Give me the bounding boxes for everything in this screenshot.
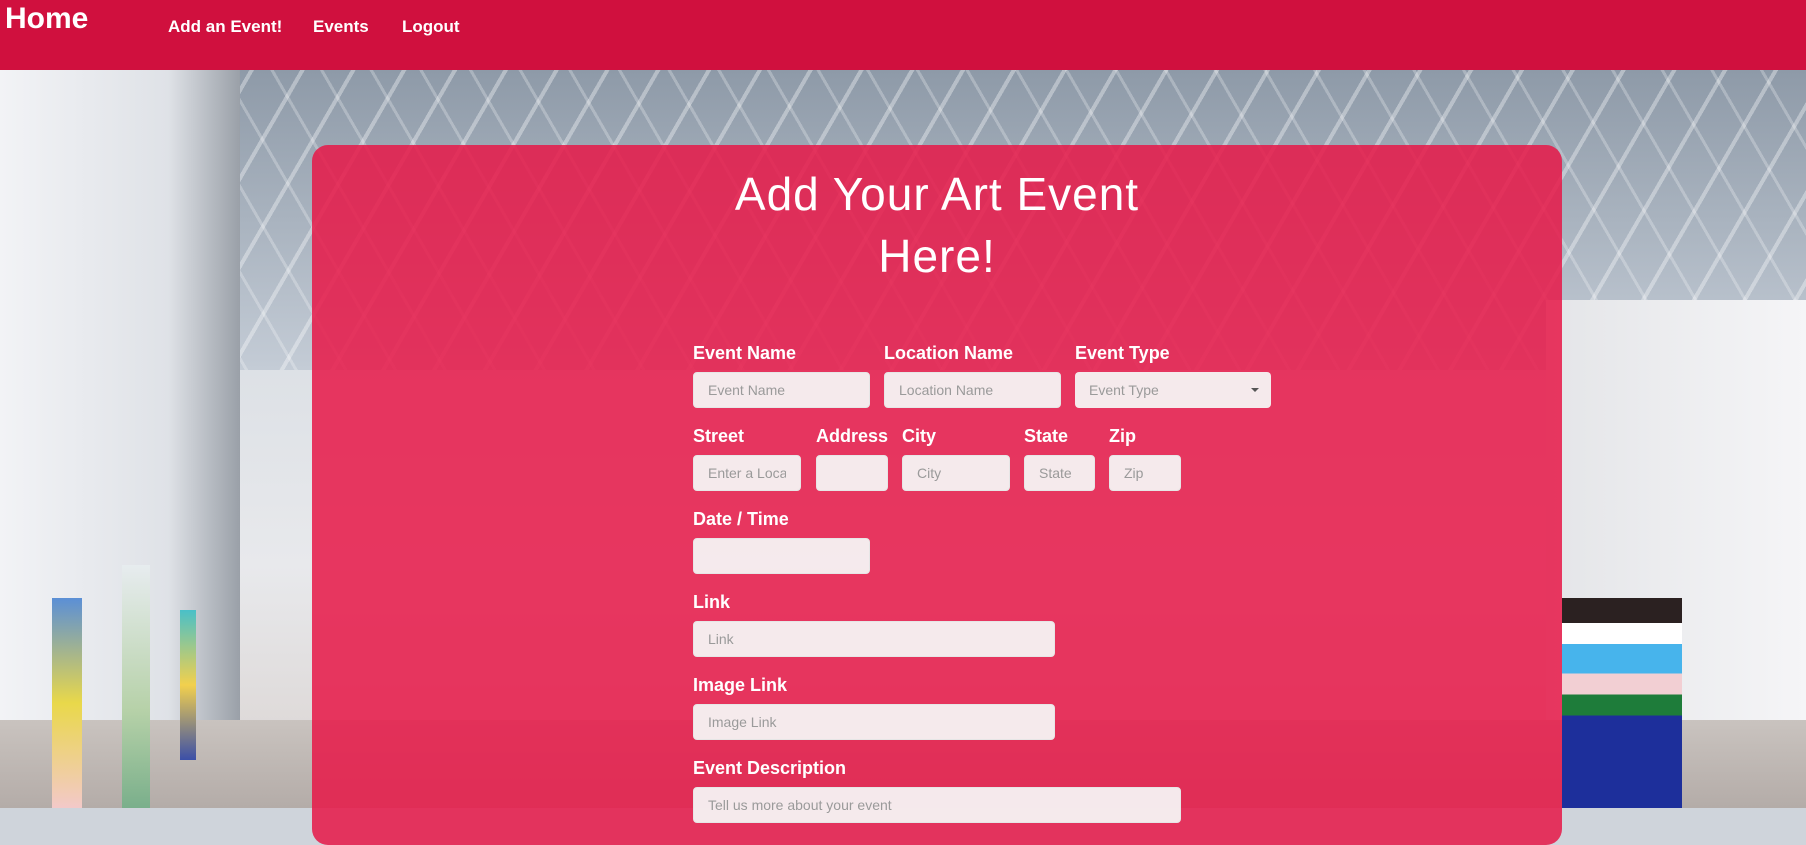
gallery-left-wall [0, 70, 240, 808]
nav-events-link[interactable]: Events [313, 17, 369, 37]
event-description-input[interactable] [693, 787, 1181, 823]
page-title: Add Your Art Event Here! [312, 163, 1562, 287]
datetime-input[interactable] [693, 538, 870, 574]
page-title-line2: Here! [878, 230, 996, 282]
event-type-select[interactable]: Event Type [1075, 372, 1271, 408]
add-event-card: Add Your Art Event Here! Event Name Loca… [312, 145, 1562, 845]
zip-input[interactable] [1109, 455, 1181, 491]
artwork-left-3 [180, 610, 196, 760]
artwork-left-2 [122, 565, 150, 808]
nav-add-event-link[interactable]: Add an Event! [168, 17, 282, 37]
artwork-left-1 [52, 598, 82, 808]
artwork-right-1 [1562, 598, 1682, 808]
event-description-label: Event Description [693, 758, 847, 778]
top-navbar: Home Add an Event! Events Logout [0, 0, 1806, 70]
street-label: Street [693, 426, 745, 446]
page-title-line1: Add Your Art Event [734, 168, 1140, 220]
image-link-label: Image Link [693, 675, 788, 695]
location-name-label: Location Name [884, 343, 1014, 363]
nav-logout-link[interactable]: Logout [402, 17, 460, 37]
street-input[interactable] [693, 455, 801, 491]
address-label: Address [816, 426, 889, 446]
link-input[interactable] [693, 621, 1055, 657]
dropdown-caret-icon [1251, 388, 1259, 392]
state-input[interactable] [1024, 455, 1095, 491]
image-link-input[interactable] [693, 704, 1055, 740]
city-input[interactable] [902, 455, 1010, 491]
brand-home-link[interactable]: Home [5, 2, 88, 36]
event-name-input[interactable] [693, 372, 870, 408]
location-name-input[interactable] [884, 372, 1061, 408]
event-name-label: Event Name [693, 343, 797, 363]
address-input[interactable] [816, 455, 888, 491]
event-type-label: Event Type [1075, 343, 1170, 363]
datetime-label: Date / Time [693, 509, 789, 529]
city-label: City [902, 426, 937, 446]
event-type-selected-value: Event Type [1089, 382, 1159, 398]
zip-label: Zip [1109, 426, 1136, 446]
state-label: State [1024, 426, 1069, 446]
link-label: Link [693, 592, 731, 612]
